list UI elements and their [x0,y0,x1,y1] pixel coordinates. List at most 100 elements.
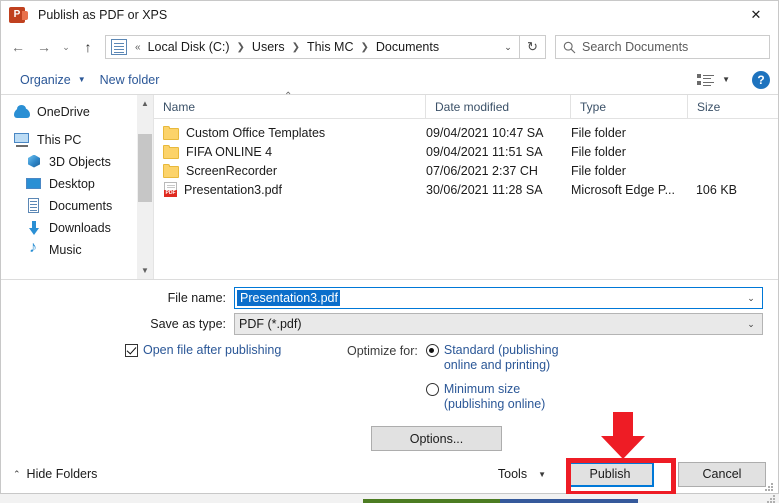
new-folder-button[interactable]: New folder [93,70,167,90]
column-header-type[interactable]: Type [571,95,688,118]
back-button[interactable]: ← [5,34,31,60]
navigation-pane: OneDrive This PC 3D Objects Desktop Docu… [1,95,137,279]
folder-icon [163,163,179,178]
monitor-icon [14,131,30,148]
radio-minimum-line1: Minimum size [443,382,521,396]
publish-button[interactable]: Publish [566,461,654,487]
options-button-wrap: Options... [1,426,778,451]
radio-minimum-line2: (publishing online) [443,397,546,411]
breadcrumb-item-3[interactable]: Documents [373,39,442,55]
file-name-label: Custom Office Templates [186,125,326,140]
file-name-input[interactable]: Presentation3.pdf ⌄ [234,287,763,309]
checkbox-icon[interactable] [125,344,138,357]
chevron-down-icon: ▼ [538,469,546,479]
close-icon[interactable]: ✕ [734,1,778,29]
breadcrumb-separator: ❯ [291,41,300,53]
save-as-type-value: PDF (*.pdf) [239,317,302,331]
sidebar-item-desktop[interactable]: Desktop [1,174,137,193]
sidebar-item-music[interactable]: Music [1,239,137,259]
recent-locations-button[interactable]: ⌄ [57,34,75,60]
search-input[interactable]: Search Documents [555,35,770,59]
table-row[interactable]: Custom Office Templates 09/04/2021 10:47… [154,123,778,142]
file-name-label: FIFA ONLINE 4 [186,144,273,159]
table-row[interactable]: FIFA ONLINE 4 09/04/2021 11:51 SA File f… [154,142,778,161]
file-type-cell: File folder [571,163,626,178]
refresh-icon[interactable]: ↻ [520,35,546,59]
optimize-radio-group: Standard (publishing online and printing… [425,343,559,412]
sidebar-item-documents[interactable]: Documents [1,196,137,215]
file-type-cell: File folder [571,144,626,159]
breadcrumb-item-2[interactable]: This MC [304,39,357,55]
sidebar-item-3d-objects[interactable]: 3D Objects [1,152,137,171]
title-bar: Publish as PDF or XPS ✕ [1,1,778,29]
radio-icon[interactable] [425,344,439,357]
sidebar-item-downloads[interactable]: Downloads [1,218,137,237]
file-list-rows: Custom Office Templates 09/04/2021 10:47… [154,119,778,199]
file-name-row: File name: Presentation3.pdf ⌄ [1,287,778,309]
column-header-size[interactable]: Size [688,95,773,118]
scrollbar-track[interactable] [137,112,153,262]
file-list-header: Name ⌃ Date modified Type Size [154,91,778,119]
save-as-type-label: Save as type: [150,317,226,331]
documents-icon [26,197,42,214]
scrollbar-thumb[interactable] [138,134,152,202]
chevron-down-icon[interactable]: ▼ [719,75,738,84]
publish-button-slot: Publish [556,461,664,487]
file-size-cell: 106 KB [695,182,737,197]
chevron-down-icon: ▼ [77,75,86,84]
radio-minimum-size[interactable]: Minimum size (publishing online) [425,382,559,412]
breadcrumb-item-1[interactable]: Users [249,39,288,55]
open-after-publishing-checkbox[interactable]: Open file after publishing [125,343,325,412]
search-icon [556,41,582,54]
background-band-blue [500,499,638,503]
sidebar-item-this-pc[interactable]: This PC [1,130,137,149]
sidebar-item-label: Music [49,242,82,257]
chevron-down-icon[interactable]: ⌄ [497,42,519,53]
scroll-down-icon[interactable]: ▼ [137,262,153,279]
breadcrumb-item-0[interactable]: Local Disk (C:) [145,39,233,55]
music-note-icon [26,239,42,258]
tools-button[interactable]: Tools ▼ [498,467,546,481]
radio-standard[interactable]: Standard (publishing online and printing… [425,343,559,373]
resize-grip[interactable] [764,483,775,494]
desktop-background-strip [0,494,779,503]
file-list-pane: Name ⌃ Date modified Type Size Custom Of… [154,91,778,279]
table-row[interactable]: Presentation3.pdf 30/06/2021 11:28 SA Mi… [154,180,778,199]
chevron-down-icon[interactable]: ⌄ [740,319,762,330]
save-as-type-select[interactable]: PDF (*.pdf) ⌄ [234,313,763,335]
chevron-down-icon[interactable]: ⌄ [740,293,762,304]
window-title: Publish as PDF or XPS [38,8,168,22]
sidebar-item-label: This PC [37,132,82,147]
hide-folders-button[interactable]: ⌃ Hide Folders [13,467,97,481]
navigation-scrollbar[interactable]: ▲ ▼ [137,95,154,279]
radio-icon[interactable] [425,383,439,396]
table-row[interactable]: ScreenRecorder 07/06/2021 2:37 CH File f… [154,161,778,180]
search-placeholder: Search Documents [582,40,689,54]
organize-button[interactable]: Organize ▼ [13,70,93,90]
sidebar-item-onedrive[interactable]: OneDrive [1,102,137,121]
scroll-up-icon[interactable]: ▲ [137,95,153,112]
up-button[interactable]: ↑ [75,34,101,60]
breadcrumb-separator: ❯ [360,41,369,53]
column-header-label: Name [163,99,196,114]
cancel-button[interactable]: Cancel [678,461,766,487]
breadcrumb-overflow[interactable]: « [131,42,145,53]
options-button[interactable]: Options... [371,426,502,451]
file-date-cell: 30/06/2021 11:28 SA [426,182,543,197]
column-header-name[interactable]: Name ⌃ [154,91,426,118]
file-name-label: ScreenRecorder [186,163,278,178]
download-arrow-icon [26,220,42,236]
file-name-label: File name: [167,291,226,305]
list-view-icon[interactable] [695,71,717,89]
help-icon[interactable]: ? [752,70,770,89]
sidebar-item-label: Downloads [49,220,111,235]
cube-icon [26,154,42,170]
column-header-date-modified[interactable]: Date modified [426,95,571,118]
file-date-cell: 09/04/2021 11:51 SA [426,144,543,159]
hide-folders-label: Hide Folders [26,467,98,481]
file-name-label: Presentation3.pdf [184,182,282,197]
forward-button[interactable]: → [31,34,57,60]
breadcrumb-bar[interactable]: « Local Disk (C:) ❯ Users ❯ This MC ❯ Do… [105,35,520,59]
file-type-cell: Microsoft Edge P... [571,182,675,197]
file-name-cell: Presentation3.pdf [154,182,426,197]
